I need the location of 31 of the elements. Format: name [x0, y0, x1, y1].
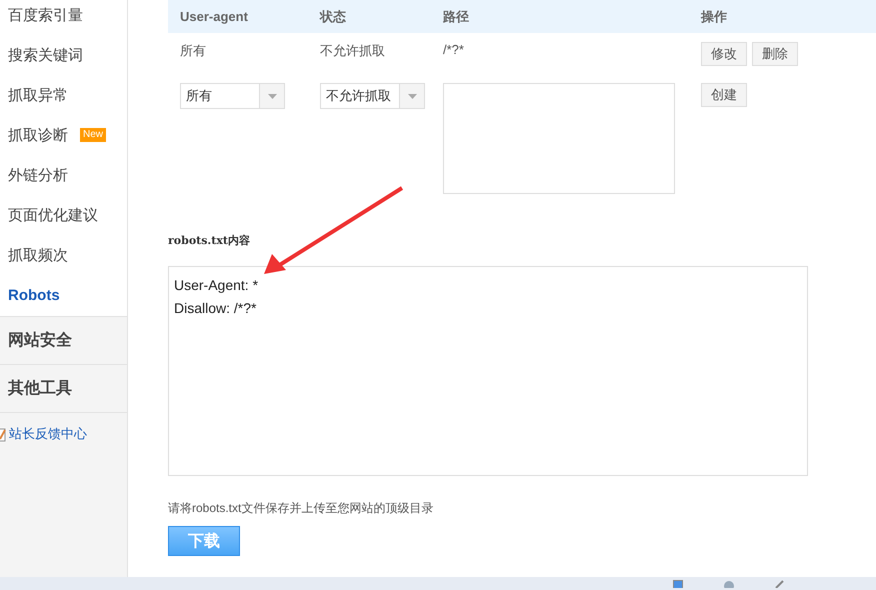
path-input-field[interactable]	[443, 83, 675, 194]
column-header: 状态	[308, 0, 431, 33]
sidebar-item[interactable]: 抓取异常	[0, 75, 127, 115]
dropdown-caret-icon	[408, 94, 416, 98]
sidebar-item[interactable]: 搜索关键词	[0, 35, 127, 75]
sidebar-item[interactable]: 页面优化建议	[0, 195, 127, 235]
table-cell-text: 不允许抓取	[319, 42, 386, 60]
robots-line: Disallow: /*?*	[174, 300, 258, 316]
column-header: 路径	[431, 0, 689, 33]
new-badge: New	[80, 128, 106, 142]
status-select[interactable]: 不允许抓取	[320, 83, 425, 109]
table-cell-text: 所有	[179, 42, 207, 60]
sidebar-item[interactable]: 抓取频次	[0, 235, 127, 275]
sidebar-item[interactable]: 抓取诊断 New	[0, 115, 127, 155]
table-cell-text: /*?*	[442, 41, 465, 59]
column-header: User-agent	[168, 0, 308, 33]
pencil-icon	[775, 580, 785, 588]
instruction-text: 请将robots.txt文件保存并上传至您网站的顶级目录	[168, 500, 434, 517]
user-agent-select[interactable]: 所有	[180, 83, 285, 109]
dropdown-caret-icon	[268, 94, 276, 98]
action-button[interactable]: 修改	[701, 42, 747, 66]
sidebar-item[interactable]: 百度索引量	[0, 0, 127, 35]
action-button[interactable]: 删除	[752, 42, 798, 66]
section-title: robots.txt内容	[168, 233, 251, 248]
create-button[interactable]: 创建	[701, 83, 747, 107]
feedback-center-link[interactable]: 站长反馈中心	[9, 425, 87, 443]
robots-line: User-Agent: *	[174, 277, 260, 293]
sidebar-item[interactable]: Robots	[0, 275, 127, 315]
column-header: 操作	[689, 0, 876, 33]
monitor-icon	[673, 580, 683, 588]
sidebar-item[interactable]: 外链分析	[0, 155, 127, 195]
